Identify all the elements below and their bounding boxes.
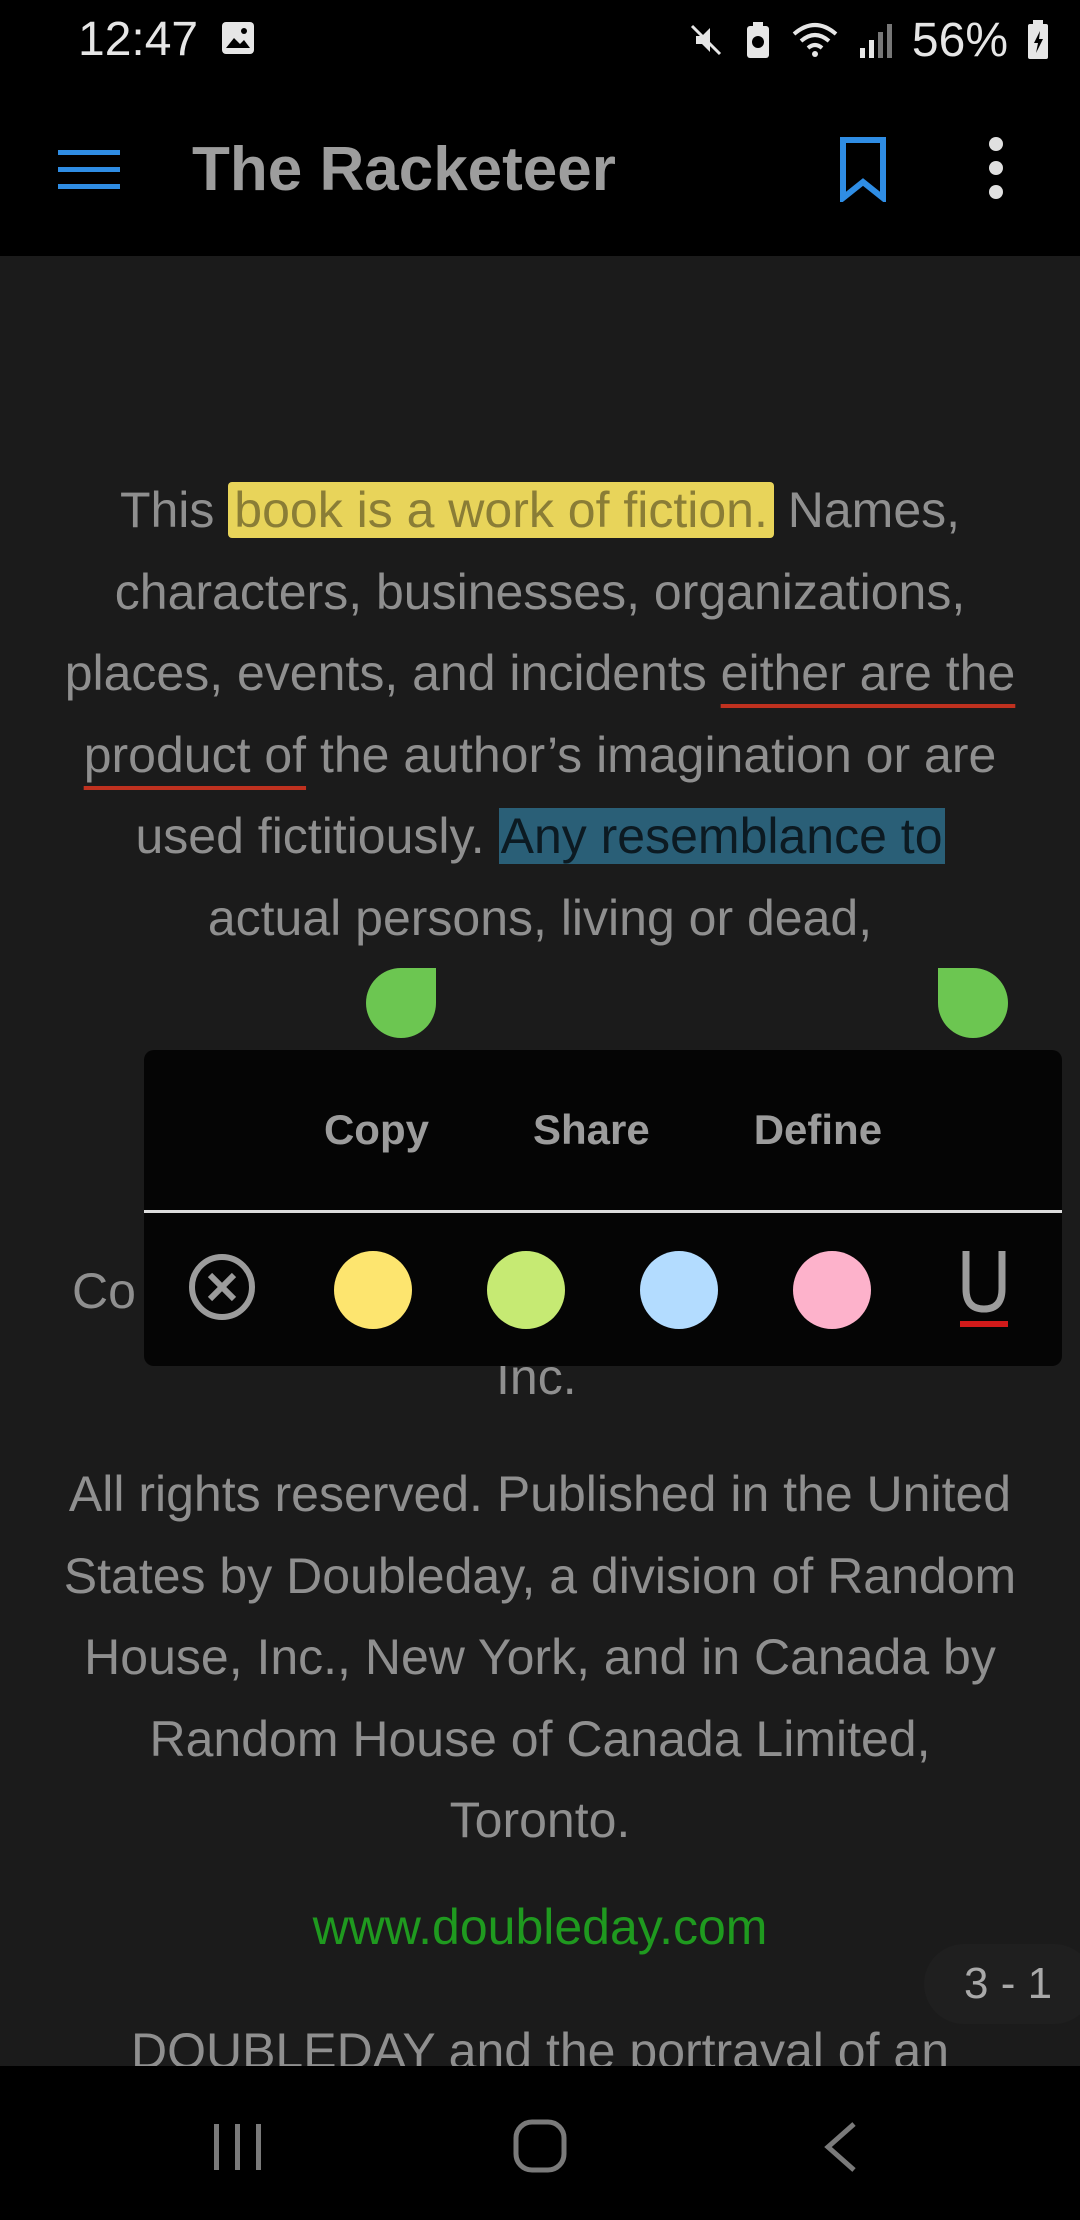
yellow-highlight[interactable]: book is a work of fiction. [228, 482, 774, 538]
share-button[interactable]: Share [481, 1106, 702, 1154]
green-highlight-color[interactable] [487, 1251, 565, 1329]
reading-text[interactable]: This book is a work of fiction. Names, c… [62, 470, 1018, 959]
battery-percent: 56% [911, 13, 1008, 67]
navigation-bar [0, 2066, 1080, 2220]
paragraph-disclaimer[interactable]: This book is a work of fiction. Names, c… [62, 470, 1018, 959]
status-time: 12:47 [78, 13, 199, 66]
underline-icon[interactable] [956, 1245, 1012, 1331]
popup-actions: Copy Share Define [144, 1050, 1062, 1210]
paragraph-trademark: DOUBLEDAY and the portrayal of an [130, 2023, 950, 2066]
book-title: The Racketeer [192, 135, 616, 204]
selected-text[interactable]: Any resemblance to [498, 808, 945, 864]
signal-icon [859, 24, 892, 58]
recent-apps-icon[interactable] [210, 2122, 266, 2172]
partial-copyright-text: Co [72, 1263, 136, 1319]
text-run: This [119, 482, 229, 538]
battery-icon [1028, 20, 1048, 59]
image-notification-icon [222, 22, 254, 54]
selection-handle-start[interactable] [366, 968, 436, 1038]
clear-highlight-icon[interactable] [186, 1251, 258, 1323]
battery-saver-icon [746, 22, 769, 58]
define-button[interactable]: Define [702, 1106, 934, 1154]
page-indicator: 3 - 1 [924, 1944, 1080, 2024]
mute-icon [690, 24, 721, 56]
hamburger-menu-icon[interactable] [58, 150, 120, 190]
pink-highlight-color[interactable] [793, 1251, 871, 1329]
app-bar: The Racketeer [0, 80, 1080, 256]
blue-highlight-color[interactable] [640, 1251, 718, 1329]
status-bar: 12:47 56% [0, 0, 1080, 80]
home-icon[interactable] [512, 2118, 568, 2174]
doubleday-link[interactable]: www.doubleday.com [0, 1898, 1080, 1956]
back-icon[interactable] [820, 2120, 860, 2174]
bookmark-icon[interactable] [838, 136, 888, 202]
more-options-icon[interactable] [982, 136, 1010, 200]
paragraph-rights: All rights reserved. Published in the Un… [63, 1466, 1017, 1848]
selection-handle-end[interactable] [938, 968, 1008, 1038]
wifi-icon [792, 23, 838, 57]
status-icons: 56% [686, 10, 1050, 70]
text-run: actual persons, living or dead, [207, 889, 873, 946]
yellow-highlight-color[interactable] [334, 1251, 412, 1329]
copy-button[interactable]: Copy [272, 1106, 481, 1154]
highlight-color-row [144, 1213, 1062, 1366]
selection-popup: Copy Share Define [144, 1050, 1062, 1366]
